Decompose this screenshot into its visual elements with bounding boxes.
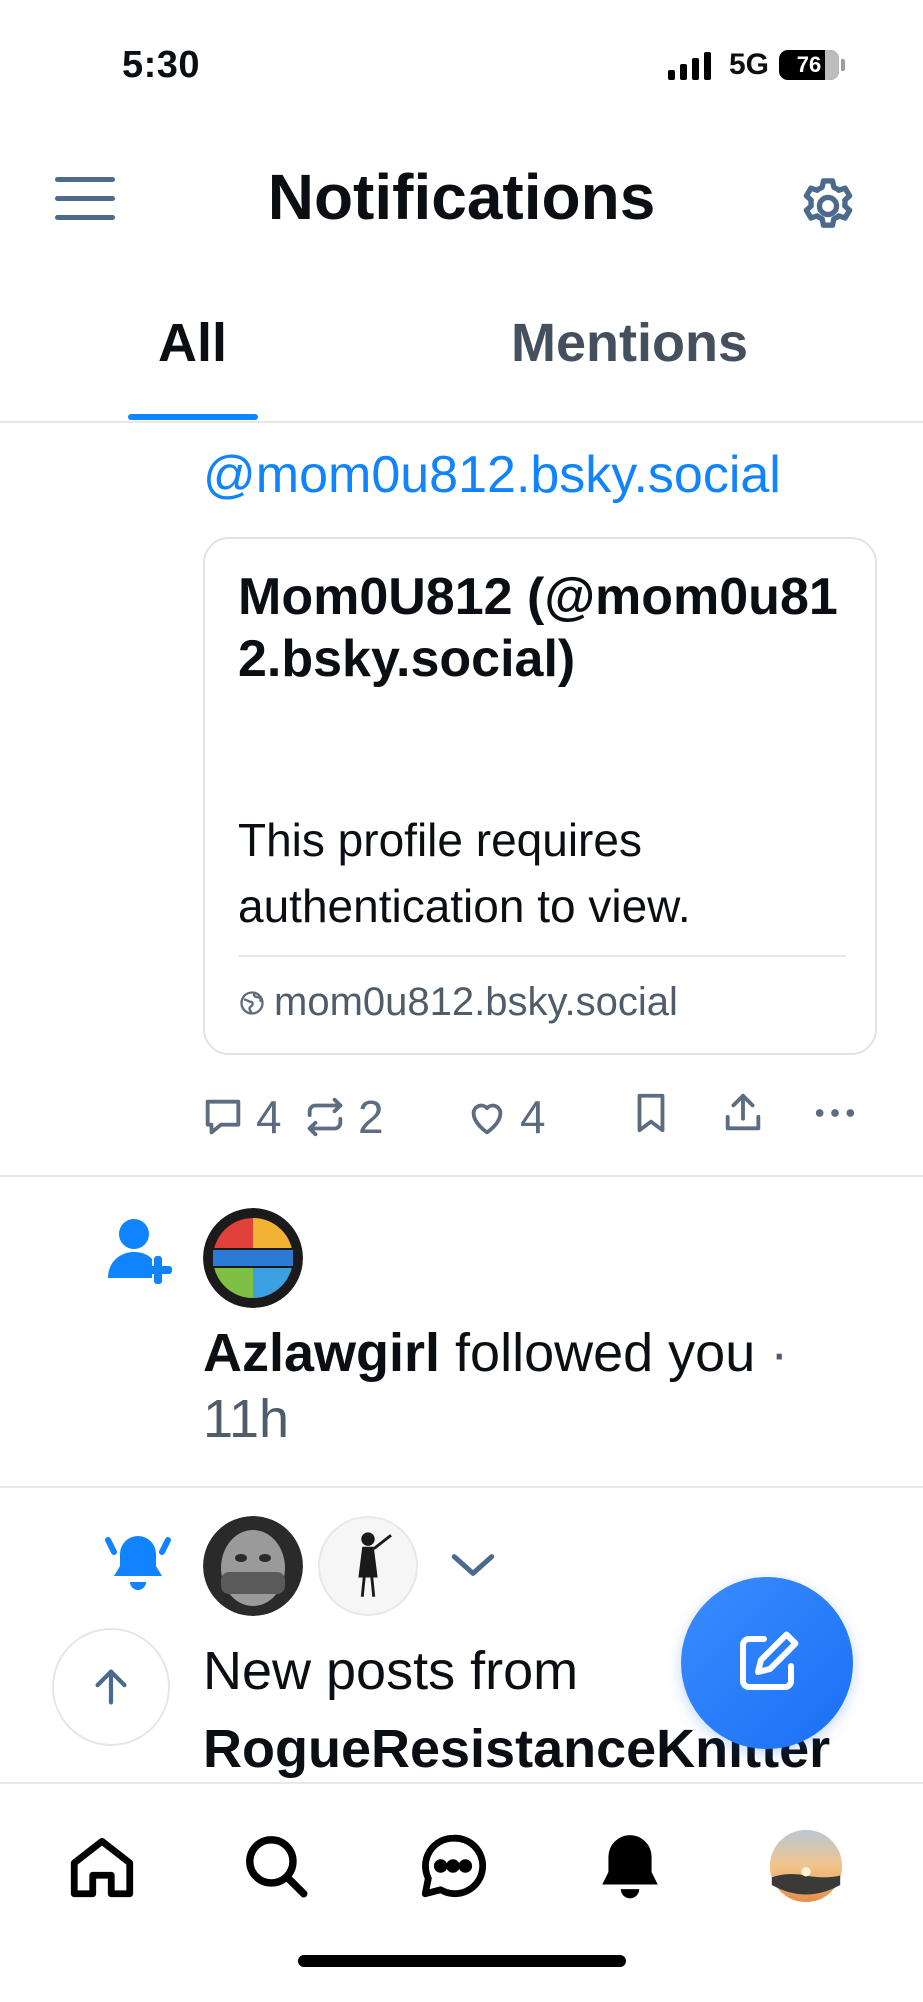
share-button[interactable] [720,1090,766,1136]
nav-profile[interactable] [766,1826,846,1906]
bookmark-button[interactable] [628,1090,674,1136]
tab-mentions[interactable]: Mentions [511,312,748,374]
ringing-bell-icon [100,1524,176,1600]
repost-arrows-icon [307,1097,343,1137]
home-indicator [298,1955,626,1967]
embed-description: This profile requires authentication to … [238,814,691,932]
ellipsis-icon [815,1109,855,1117]
avatar[interactable] [203,1208,303,1308]
feed-divider [0,1175,923,1177]
search-icon [246,1836,308,1898]
like-button[interactable]: 4 [464,1090,546,1144]
network-label: 5G [728,48,769,81]
reply-button[interactable]: 4 [200,1090,282,1144]
bookmark-icon [637,1093,665,1133]
home-icon [70,1837,134,1898]
signal-icon [667,50,711,80]
avatar[interactable] [318,1516,418,1616]
heart-icon [471,1103,503,1135]
compose-button[interactable] [681,1577,853,1749]
feed-divider [0,1486,923,1488]
nav-notifications[interactable] [590,1826,670,1906]
speech-bubble-icon [205,1099,241,1135]
profile-avatar [769,1829,843,1903]
embed-domain-row: mom0u812.bsky.social [238,980,678,1025]
arrow-up-icon [95,1669,127,1705]
new-posts-text: New posts from [203,1641,579,1701]
post-actions: 4 2 4 [200,1090,893,1150]
embed-domain: mom0u812.bsky.social [274,980,678,1024]
bell-icon [602,1835,658,1899]
reply-count: 4 [256,1091,282,1143]
status-time: 5:30 [122,44,201,86]
follow-time: 11h [203,1389,290,1449]
embed-divider [238,955,846,957]
repost-count: 2 [358,1091,384,1143]
repost-button[interactable]: 2 [302,1090,384,1144]
status-indicators: 5G 76 [667,48,845,82]
tab-all[interactable]: All [158,312,227,374]
follow-action: followed you [440,1323,771,1383]
tabs-divider [0,421,923,423]
chevron-down-icon[interactable] [448,1548,498,1588]
follow-notification-text: Azlawgirl followed you · 11h [203,1320,863,1452]
avatar[interactable] [203,1516,303,1616]
nav-search[interactable] [236,1826,316,1906]
page-title: Notifications [267,161,656,233]
nav-chat[interactable] [413,1826,493,1906]
embed-title: Mom0U812 (@mom0u812.bsky.social) [238,568,838,688]
scroll-to-top-button[interactable] [52,1628,170,1746]
active-tab-indicator [128,414,258,420]
gear-icon[interactable] [796,174,860,238]
more-options-button[interactable] [812,1090,858,1136]
nav-home[interactable] [62,1826,142,1906]
compose-icon [740,1631,799,1690]
share-icon [725,1093,761,1131]
like-count: 4 [520,1091,546,1143]
separator-dot: · [770,1323,789,1383]
person-add-icon [106,1216,172,1286]
mention-link[interactable]: @mom0u812.bsky.social [203,445,781,505]
globe-icon [240,990,264,1015]
chat-icon [421,1834,486,1898]
battery-level: 76 [796,52,822,77]
battery-icon: 76 [779,50,839,80]
follower-name[interactable]: Azlawgirl [203,1323,440,1383]
